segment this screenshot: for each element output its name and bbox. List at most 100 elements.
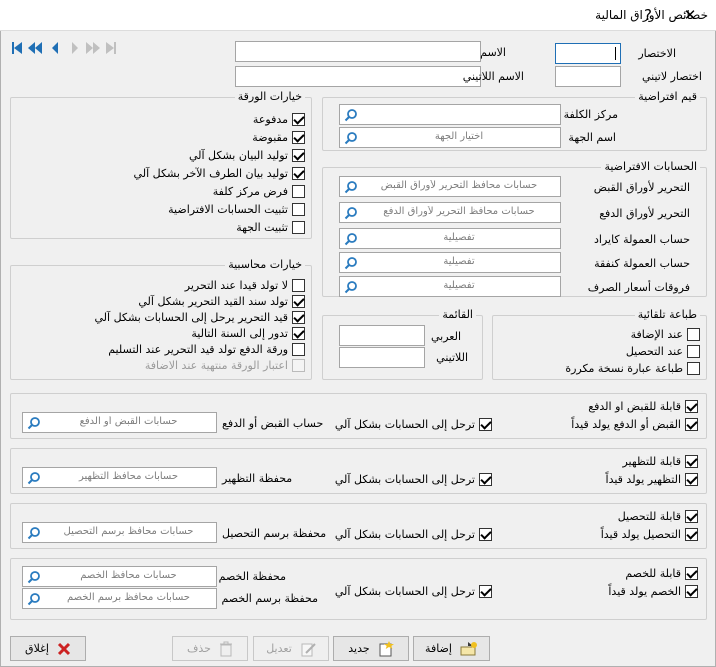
- search-icon[interactable]: [344, 280, 358, 294]
- last-record-icon[interactable]: [106, 42, 116, 54]
- checkbox[interactable]: [292, 113, 305, 126]
- accounting-option-5[interactable]: اعتبار الورقة منتهية عند الاضافة: [145, 358, 305, 373]
- close-button[interactable]: إغلاق: [10, 636, 86, 661]
- name-input[interactable]: [235, 41, 481, 62]
- discount-wallet-lookup[interactable]: حسابات محافظ الخصم: [22, 566, 217, 587]
- collect_pay-checkbox-1[interactable]: قابلة للقبض او الدفع: [588, 399, 698, 414]
- paper-option-2[interactable]: توليد البيان بشكل آلي: [189, 148, 305, 163]
- endorse-checkbox-1[interactable]: قابلة للتظهير: [622, 454, 698, 469]
- discount-checkbox-2[interactable]: الخصم يولد قيداً: [608, 584, 698, 599]
- checkbox[interactable]: [292, 279, 305, 292]
- collect_pay-checkbox-2[interactable]: القبض أو الدفع يولد قيداً: [571, 417, 698, 432]
- accounting-option-3[interactable]: تدور إلى السنة التالية: [191, 326, 305, 341]
- latin-abbreviation-input[interactable]: [555, 66, 621, 87]
- discount-checkbox-1[interactable]: قابلة للخصم: [625, 566, 698, 581]
- previous-record-icon[interactable]: [52, 42, 58, 54]
- search-icon[interactable]: [344, 180, 358, 194]
- default-account-lookup-3[interactable]: تفصيلية: [339, 252, 561, 273]
- list-arabic-input[interactable]: [339, 325, 425, 346]
- first-record-icon[interactable]: [12, 42, 22, 54]
- checkbox[interactable]: [292, 203, 305, 216]
- accounting-option-1[interactable]: تولد سند القيد التحرير بشكل آلي: [138, 294, 305, 309]
- checkbox[interactable]: [292, 131, 305, 144]
- checkbox-label: مدفوعة: [252, 113, 288, 126]
- checkbox[interactable]: [685, 510, 698, 523]
- paper-option-1[interactable]: مقبوضة: [252, 130, 305, 145]
- paper-option-5[interactable]: تثبيت الحسابات الافتراضية: [168, 202, 305, 217]
- help-button[interactable]: ?: [636, 4, 660, 26]
- search-icon[interactable]: [344, 256, 358, 270]
- accounting-option-4[interactable]: ورقة الدفع تولد قيد التحرير عند التسليم: [108, 342, 305, 357]
- list-latin-input[interactable]: [339, 347, 425, 368]
- search-icon[interactable]: [344, 232, 358, 246]
- new-button[interactable]: جديد: [333, 636, 409, 661]
- checkbox[interactable]: [479, 418, 492, 431]
- checkbox[interactable]: [479, 473, 492, 486]
- delete-button[interactable]: حذف: [172, 636, 248, 661]
- checkbox[interactable]: [685, 400, 698, 413]
- checkbox[interactable]: [292, 221, 305, 234]
- default-account-lookup-0[interactable]: حسابات محافظ التحرير لأوراق القبض: [339, 176, 561, 197]
- collection-checkbox-1[interactable]: قابلة للتحصيل: [618, 509, 698, 524]
- search-icon[interactable]: [344, 131, 358, 145]
- next-record-icon[interactable]: [72, 42, 78, 54]
- checkbox[interactable]: [292, 327, 305, 340]
- checkbox[interactable]: [479, 585, 492, 598]
- checkbox[interactable]: [687, 362, 700, 375]
- checkbox[interactable]: [685, 418, 698, 431]
- checkbox[interactable]: [685, 528, 698, 541]
- default-account-lookup-4[interactable]: تفصيلية: [339, 276, 561, 297]
- checkbox[interactable]: [685, 455, 698, 468]
- checkbox[interactable]: [292, 343, 305, 356]
- checkbox[interactable]: [685, 473, 698, 486]
- checkbox[interactable]: [292, 185, 305, 198]
- paper-option-6[interactable]: تثبيت الجهة: [236, 220, 305, 235]
- checkbox[interactable]: [685, 567, 698, 580]
- collection-checkbox-2[interactable]: التحصيل يولد قيداً: [601, 527, 698, 542]
- accounting-option-0[interactable]: لا تولد قيدا عند التحرير: [185, 278, 305, 293]
- collect_pay-post-checkbox[interactable]: ترحل إلى الحسابات بشكل آلي: [335, 417, 492, 432]
- endorse-post-checkbox[interactable]: ترحل إلى الحسابات بشكل آلي: [335, 472, 492, 487]
- checkbox[interactable]: [687, 345, 700, 358]
- search-icon[interactable]: [344, 108, 358, 122]
- previous-page-icon[interactable]: [28, 42, 42, 54]
- auto-print-option-2[interactable]: طباعة عبارة نسخة مكررة: [565, 361, 700, 376]
- search-icon[interactable]: [27, 526, 41, 540]
- collection-account-lookup[interactable]: حسابات محافظ برسم التحصيل: [22, 522, 217, 543]
- checkbox[interactable]: [479, 528, 492, 541]
- auto-print-option-0[interactable]: عند الإضافة: [631, 327, 700, 342]
- edit-button[interactable]: تعديل: [253, 636, 329, 661]
- checkbox[interactable]: [292, 295, 305, 308]
- checkbox[interactable]: [292, 149, 305, 162]
- discount-post-checkbox[interactable]: ترحل إلى الحسابات بشكل آلي: [335, 584, 492, 599]
- auto-print-option-1[interactable]: عند التحصيل: [626, 344, 700, 359]
- paper-option-4[interactable]: فرض مركز كلفة: [213, 184, 305, 199]
- endorse-checkbox-2[interactable]: التظهير يولد قيداً: [606, 472, 698, 487]
- default-account-lookup-1[interactable]: حسابات محافظ التحرير لأوراق الدفع: [339, 202, 561, 223]
- abbreviation-input[interactable]: [555, 43, 621, 64]
- search-icon[interactable]: [344, 206, 358, 220]
- add-button[interactable]: إضافة: [413, 636, 490, 661]
- search-icon[interactable]: [27, 416, 41, 430]
- checkbox[interactable]: [292, 167, 305, 180]
- paper-option-0[interactable]: مدفوعة: [253, 112, 305, 127]
- default-account-lookup-2[interactable]: تفصيلية: [339, 228, 561, 249]
- collect_pay-account-lookup[interactable]: حسابات القبض أو الدفع: [22, 412, 217, 433]
- checkbox[interactable]: [687, 328, 700, 341]
- endorse-account-lookup[interactable]: حسابات محافظ التظهير: [22, 467, 217, 488]
- close-window-button[interactable]: ✕: [678, 4, 702, 26]
- checkbox[interactable]: [292, 359, 305, 372]
- cost-center-lookup[interactable]: [339, 104, 561, 125]
- next-page-icon[interactable]: [86, 42, 100, 54]
- accounting-option-2[interactable]: قيد التحرير يرحل إلى الحسابات بشكل آلي: [95, 310, 305, 325]
- paper-option-3[interactable]: توليد بيان الطرف الآخر بشكل آلي: [134, 166, 305, 181]
- collection-post-checkbox[interactable]: ترحل إلى الحسابات بشكل آلي: [335, 527, 492, 542]
- search-icon[interactable]: [27, 570, 41, 584]
- checkbox[interactable]: [685, 585, 698, 598]
- party-lookup[interactable]: اختيار الجهة: [339, 127, 561, 148]
- checkbox[interactable]: [292, 311, 305, 324]
- search-icon[interactable]: [27, 592, 41, 606]
- discount-in-process-lookup[interactable]: حسابات محافظ برسم الخصم: [22, 588, 217, 609]
- search-icon[interactable]: [27, 471, 41, 485]
- latin-name-input[interactable]: [235, 66, 481, 87]
